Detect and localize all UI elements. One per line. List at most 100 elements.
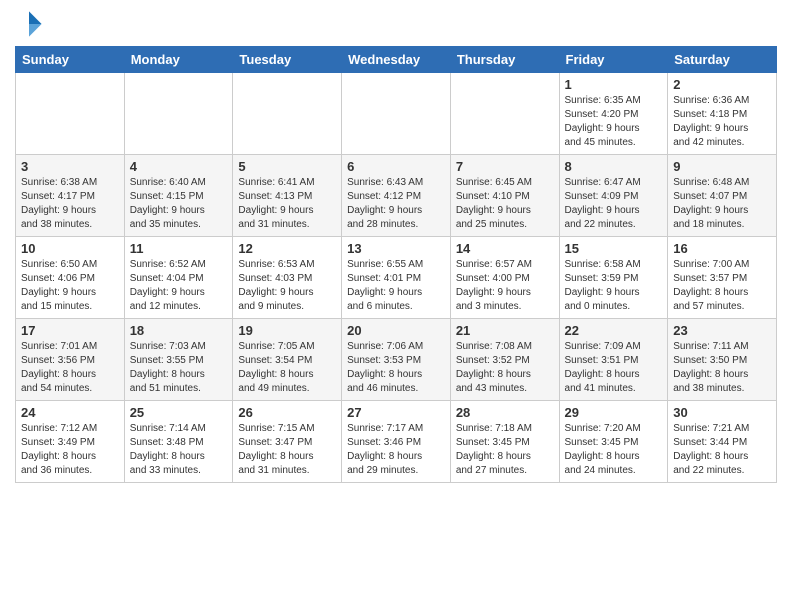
day-number: 6 <box>347 159 445 174</box>
calendar-cell: 14 Sunrise: 6:57 AM Sunset: 4:00 PM Dayli… <box>450 237 559 319</box>
calendar-cell: 2 Sunrise: 6:36 AM Sunset: 4:18 PM Daylig… <box>668 73 777 155</box>
page-container: SundayMondayTuesdayWednesdayThursdayFrid… <box>0 0 792 612</box>
calendar-week-2: 3Sunrise: 6:38 AM Sunset: 4:17 PM Daylig… <box>16 155 777 237</box>
day-info: Sunrise: 6:45 AM Sunset: 4:10 PM Dayligh… <box>456 176 554 232</box>
day-info: Sunrise: 7:20 AM Sunset: 3:45 PM Dayligh… <box>565 422 663 478</box>
day-number: 2 <box>673 77 771 92</box>
day-number: 17 <box>21 323 119 338</box>
day-number: 12 <box>238 241 336 256</box>
calendar-week-1: 1 Sunrise: 6:35 AM Sunset: 4:20 PM Daylig… <box>16 73 777 155</box>
day-number: 5 <box>238 159 336 174</box>
calendar-week-5: 24Sunrise: 7:12 AM Sunset: 3:49 PM Dayli… <box>16 401 777 483</box>
col-header-monday: Monday <box>124 47 233 73</box>
calendar-cell <box>233 73 342 155</box>
logo-icon <box>15 10 43 38</box>
day-number: 24 <box>21 405 119 420</box>
day-number: 27 <box>347 405 445 420</box>
day-info: Sunrise: 6:43 AM Sunset: 4:12 PM Dayligh… <box>347 176 445 232</box>
day-info: Sunrise: 7:08 AM Sunset: 3:52 PM Dayligh… <box>456 340 554 396</box>
day-number: 7 <box>456 159 554 174</box>
calendar-week-3: 10Sunrise: 6:50 AM Sunset: 4:06 PM Dayli… <box>16 237 777 319</box>
day-number: 22 <box>565 323 663 338</box>
calendar-cell: 30 Sunrise: 7:21 AM Sunset: 3:44 PM Dayli… <box>668 401 777 483</box>
calendar-cell <box>450 73 559 155</box>
day-number: 26 <box>238 405 336 420</box>
day-number: 14 <box>456 241 554 256</box>
day-number: 28 <box>456 405 554 420</box>
day-number: 15 <box>565 241 663 256</box>
calendar-cell: 23 Sunrise: 7:11 AM Sunset: 3:50 PM Dayli… <box>668 319 777 401</box>
calendar-cell: 6 Sunrise: 6:43 AM Sunset: 4:12 PM Daylig… <box>342 155 451 237</box>
col-header-tuesday: Tuesday <box>233 47 342 73</box>
calendar-cell: 19 Sunrise: 7:05 AM Sunset: 3:54 PM Dayli… <box>233 319 342 401</box>
calendar-cell: 27 Sunrise: 7:17 AM Sunset: 3:46 PM Dayli… <box>342 401 451 483</box>
day-number: 11 <box>130 241 228 256</box>
header <box>15 10 777 38</box>
calendar-cell: 12Sunrise: 6:53 AM Sunset: 4:03 PM Dayli… <box>233 237 342 319</box>
day-info: Sunrise: 7:05 AM Sunset: 3:54 PM Dayligh… <box>238 340 336 396</box>
calendar-table: SundayMondayTuesdayWednesdayThursdayFrid… <box>15 46 777 483</box>
calendar-cell: 3Sunrise: 6:38 AM Sunset: 4:17 PM Daylig… <box>16 155 125 237</box>
day-info: Sunrise: 7:15 AM Sunset: 3:47 PM Dayligh… <box>238 422 336 478</box>
day-number: 1 <box>565 77 663 92</box>
calendar-cell: 25 Sunrise: 7:14 AM Sunset: 3:48 PM Dayli… <box>124 401 233 483</box>
calendar-cell: 26 Sunrise: 7:15 AM Sunset: 3:47 PM Dayli… <box>233 401 342 483</box>
day-number: 20 <box>347 323 445 338</box>
day-number: 29 <box>565 405 663 420</box>
calendar-cell: 21 Sunrise: 7:08 AM Sunset: 3:52 PM Dayli… <box>450 319 559 401</box>
day-info: Sunrise: 7:14 AM Sunset: 3:48 PM Dayligh… <box>130 422 228 478</box>
calendar-cell: 4Sunrise: 6:40 AM Sunset: 4:15 PM Daylig… <box>124 155 233 237</box>
calendar-cell: 8 Sunrise: 6:47 AM Sunset: 4:09 PM Daylig… <box>559 155 668 237</box>
col-header-friday: Friday <box>559 47 668 73</box>
day-info: Sunrise: 7:17 AM Sunset: 3:46 PM Dayligh… <box>347 422 445 478</box>
day-number: 8 <box>565 159 663 174</box>
calendar-cell: 28 Sunrise: 7:18 AM Sunset: 3:45 PM Dayli… <box>450 401 559 483</box>
day-info: Sunrise: 6:48 AM Sunset: 4:07 PM Dayligh… <box>673 176 771 232</box>
day-info: Sunrise: 6:57 AM Sunset: 4:00 PM Dayligh… <box>456 258 554 314</box>
day-info: Sunrise: 6:40 AM Sunset: 4:15 PM Dayligh… <box>130 176 228 232</box>
day-info: Sunrise: 6:58 AM Sunset: 3:59 PM Dayligh… <box>565 258 663 314</box>
day-info: Sunrise: 7:21 AM Sunset: 3:44 PM Dayligh… <box>673 422 771 478</box>
calendar-cell: 11 Sunrise: 6:52 AM Sunset: 4:04 PM Dayli… <box>124 237 233 319</box>
calendar-cell <box>16 73 125 155</box>
day-number: 23 <box>673 323 771 338</box>
day-number: 13 <box>347 241 445 256</box>
col-header-saturday: Saturday <box>668 47 777 73</box>
calendar-cell: 18 Sunrise: 7:03 AM Sunset: 3:55 PM Dayli… <box>124 319 233 401</box>
col-header-sunday: Sunday <box>16 47 125 73</box>
day-info: Sunrise: 7:00 AM Sunset: 3:57 PM Dayligh… <box>673 258 771 314</box>
day-info: Sunrise: 6:35 AM Sunset: 4:20 PM Dayligh… <box>565 94 663 150</box>
day-number: 21 <box>456 323 554 338</box>
calendar-cell: 13Sunrise: 6:55 AM Sunset: 4:01 PM Dayli… <box>342 237 451 319</box>
day-number: 16 <box>673 241 771 256</box>
calendar-header-row: SundayMondayTuesdayWednesdayThursdayFrid… <box>16 47 777 73</box>
day-info: Sunrise: 6:47 AM Sunset: 4:09 PM Dayligh… <box>565 176 663 232</box>
calendar-week-4: 17 Sunrise: 7:01 AM Sunset: 3:56 PM Dayli… <box>16 319 777 401</box>
day-info: Sunrise: 6:36 AM Sunset: 4:18 PM Dayligh… <box>673 94 771 150</box>
calendar-cell: 22Sunrise: 7:09 AM Sunset: 3:51 PM Dayli… <box>559 319 668 401</box>
day-info: Sunrise: 7:18 AM Sunset: 3:45 PM Dayligh… <box>456 422 554 478</box>
calendar-cell: 17 Sunrise: 7:01 AM Sunset: 3:56 PM Dayli… <box>16 319 125 401</box>
day-info: Sunrise: 6:38 AM Sunset: 4:17 PM Dayligh… <box>21 176 119 232</box>
day-info: Sunrise: 7:11 AM Sunset: 3:50 PM Dayligh… <box>673 340 771 396</box>
day-number: 30 <box>673 405 771 420</box>
day-number: 10 <box>21 241 119 256</box>
calendar-cell: 24Sunrise: 7:12 AM Sunset: 3:49 PM Dayli… <box>16 401 125 483</box>
day-info: Sunrise: 7:03 AM Sunset: 3:55 PM Dayligh… <box>130 340 228 396</box>
day-info: Sunrise: 7:06 AM Sunset: 3:53 PM Dayligh… <box>347 340 445 396</box>
day-number: 19 <box>238 323 336 338</box>
day-number: 25 <box>130 405 228 420</box>
calendar-cell: 5 Sunrise: 6:41 AM Sunset: 4:13 PM Daylig… <box>233 155 342 237</box>
logo <box>15 10 47 38</box>
day-number: 18 <box>130 323 228 338</box>
calendar-cell <box>124 73 233 155</box>
calendar-cell: 1 Sunrise: 6:35 AM Sunset: 4:20 PM Daylig… <box>559 73 668 155</box>
day-info: Sunrise: 6:52 AM Sunset: 4:04 PM Dayligh… <box>130 258 228 314</box>
calendar-cell: 10Sunrise: 6:50 AM Sunset: 4:06 PM Dayli… <box>16 237 125 319</box>
calendar-cell: 29 Sunrise: 7:20 AM Sunset: 3:45 PM Dayli… <box>559 401 668 483</box>
col-header-wednesday: Wednesday <box>342 47 451 73</box>
day-info: Sunrise: 7:01 AM Sunset: 3:56 PM Dayligh… <box>21 340 119 396</box>
day-info: Sunrise: 6:41 AM Sunset: 4:13 PM Dayligh… <box>238 176 336 232</box>
calendar-cell: 9Sunrise: 6:48 AM Sunset: 4:07 PM Daylig… <box>668 155 777 237</box>
calendar-cell: 7 Sunrise: 6:45 AM Sunset: 4:10 PM Daylig… <box>450 155 559 237</box>
